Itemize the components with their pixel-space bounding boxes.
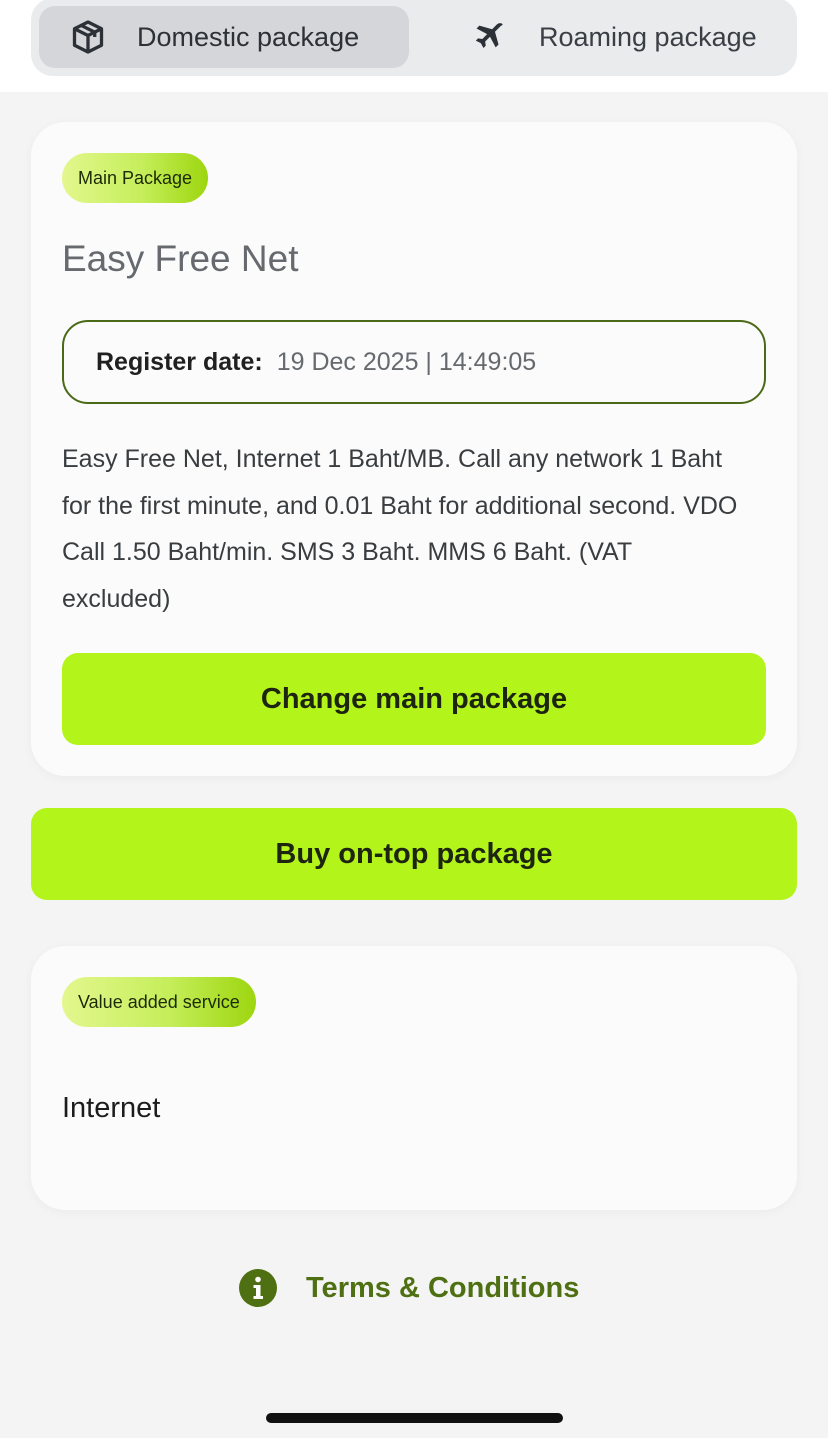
package-box-icon	[69, 18, 107, 56]
airplane-icon	[471, 18, 509, 56]
tab-roaming-package[interactable]: Roaming package	[441, 6, 789, 68]
main-package-card: Main Package Easy Free Net Register date…	[31, 122, 797, 776]
tab-domestic-package[interactable]: Domestic package	[39, 6, 409, 68]
buy-on-top-package-button[interactable]: Buy on-top package	[31, 808, 797, 900]
tab-bar-area: Domestic package Roaming package	[0, 0, 828, 92]
vas-item-internet[interactable]: Internet	[62, 1092, 160, 1125]
home-indicator	[266, 1413, 563, 1423]
terms-label: Terms & Conditions	[306, 1271, 580, 1304]
register-date-box: Register date: 19 Dec 2025 | 14:49:05	[62, 320, 766, 404]
value-added-service-badge: Value added service	[62, 977, 256, 1027]
package-description: Easy Free Net, Internet 1 Baht/MB. Call …	[62, 445, 738, 613]
info-icon	[239, 1269, 277, 1307]
value-added-service-card: Value added service Internet	[31, 946, 797, 1210]
terms-and-conditions-link[interactable]: Terms & Conditions	[238, 1268, 579, 1308]
register-date-value: 19 Dec 2025 | 14:49:05	[276, 347, 537, 376]
tab-domestic-label: Domestic package	[137, 21, 360, 52]
tab-roaming-label: Roaming package	[539, 21, 757, 52]
register-date-label: Register date:	[96, 347, 263, 376]
change-main-package-button[interactable]: Change main package	[62, 653, 766, 745]
package-name: Easy Free Net	[62, 238, 299, 279]
main-package-badge: Main Package	[62, 153, 209, 203]
package-type-segmented-control: Domestic package Roaming package	[31, 0, 797, 76]
